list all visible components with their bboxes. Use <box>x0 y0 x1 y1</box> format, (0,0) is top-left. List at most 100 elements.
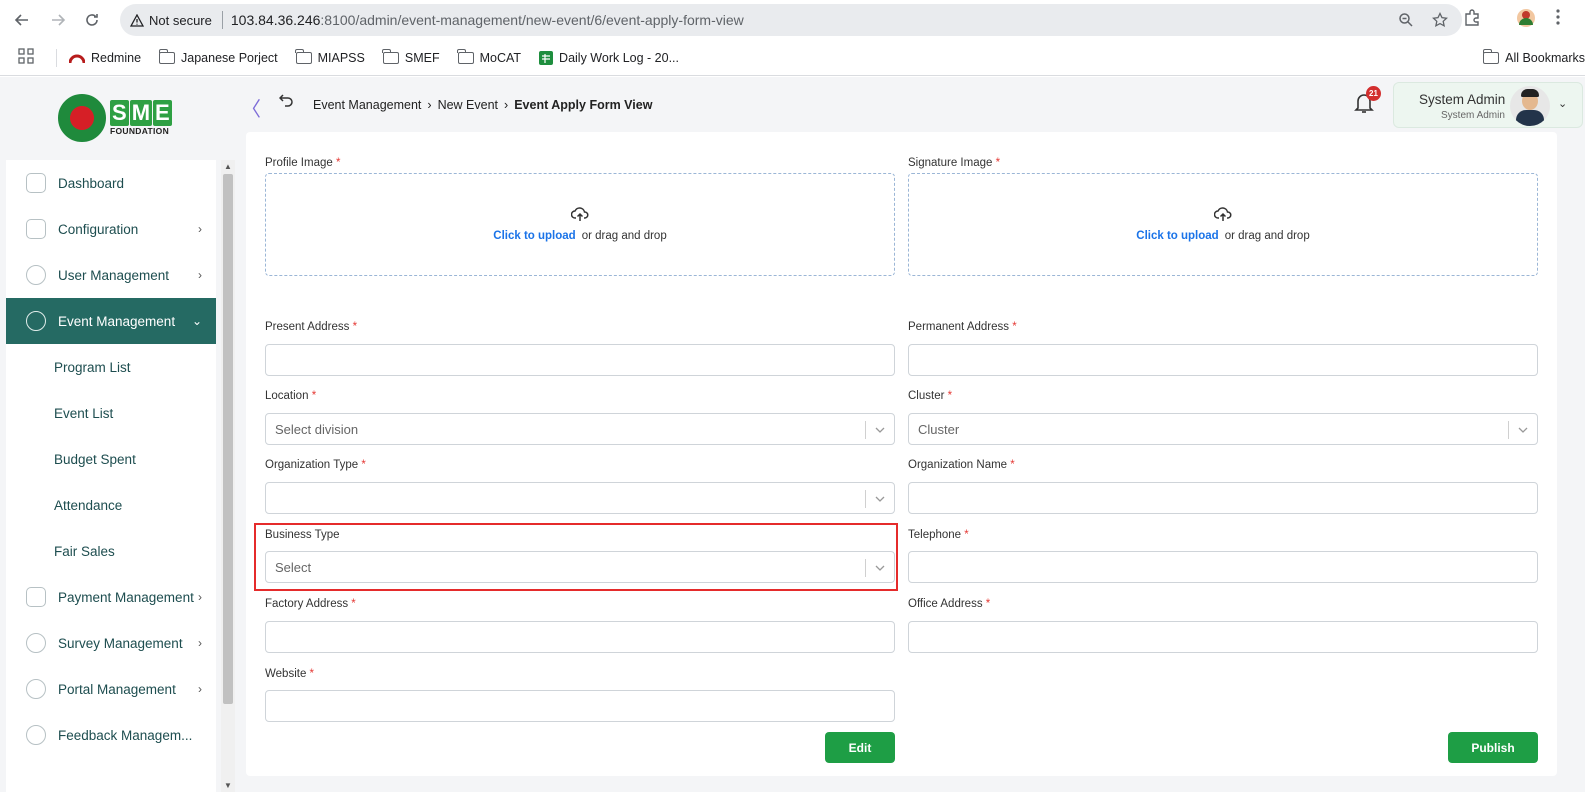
sidebar-item-payment-management[interactable]: Payment Management › <box>6 574 216 620</box>
chevron-down-icon <box>875 427 885 433</box>
location-label: Location * <box>265 390 317 402</box>
telephone-input[interactable] <box>908 551 1538 583</box>
edit-button[interactable]: Edit <box>825 732 895 763</box>
organization-type-select[interactable] <box>265 482 895 514</box>
notification-badge: 21 <box>1366 86 1381 101</box>
logo-letter: S <box>110 100 129 126</box>
chevron-down-icon: ⌄ <box>1558 98 1568 110</box>
url-text[interactable]: 103.84.36.246:8100/admin/event-managemen… <box>231 12 744 28</box>
sidebar-item-label: Portal Management <box>58 681 176 697</box>
sidebar-item-dashboard[interactable]: Dashboard <box>6 160 216 206</box>
logo-letter: M <box>129 100 153 126</box>
bookmark-redmine[interactable]: Redmine <box>69 51 141 65</box>
url-path: :8100/admin/event-management/new-event/6… <box>320 12 744 28</box>
breadcrumb-current: Event Apply Form View <box>514 98 653 112</box>
security-indicator[interactable]: Not secure <box>130 13 212 28</box>
all-bookmarks[interactable]: All Bookmarks <box>1482 48 1585 65</box>
user-menu[interactable]: System Admin System Admin ⌄ <box>1393 82 1583 128</box>
chevron-right-icon: › <box>198 222 202 236</box>
business-type-highlight <box>254 523 898 591</box>
sme-foundation-logo[interactable]: S M E FOUNDATION <box>58 94 180 142</box>
extensions-icon[interactable] <box>1463 8 1481 26</box>
telephone-label: Telephone * <box>908 529 969 541</box>
folder-icon <box>158 48 176 64</box>
bookmark-japanese-project[interactable]: Japanese Porject <box>158 48 278 65</box>
sidebar-item-label: Survey Management <box>58 635 183 651</box>
puzzle-icon <box>26 219 46 239</box>
scroll-down-icon[interactable]: ▼ <box>224 781 232 790</box>
bookmarks-bar: Redmine Japanese Porject MIAPSS SMEF MoC… <box>0 40 1585 76</box>
bookmark-miapss[interactable]: MIAPSS <box>295 48 365 65</box>
portal-icon <box>26 679 46 699</box>
sidebar-item-portal-management[interactable]: Portal Management › <box>6 666 216 712</box>
collapse-sidebar-icon[interactable]: 〈 <box>241 93 261 122</box>
sidebar-item-survey-management[interactable]: Survey Management › <box>6 620 216 666</box>
sidebar-subitem-attendance[interactable]: Attendance <box>6 482 216 528</box>
office-address-input[interactable] <box>908 621 1538 653</box>
permanent-address-input[interactable] <box>908 344 1538 376</box>
sidebar-item-feedback-management[interactable]: Feedback Managem... <box>6 712 216 758</box>
present-address-label: Present Address * <box>265 321 358 333</box>
sidebar-subitem-event-list[interactable]: Event List <box>6 390 216 436</box>
scrollbar-thumb[interactable] <box>223 174 233 704</box>
sidebar-item-configuration[interactable]: Configuration › <box>6 206 216 252</box>
permanent-address-label: Permanent Address * <box>908 321 1017 333</box>
location-select[interactable]: Select division <box>265 413 895 445</box>
folder-icon <box>457 48 474 64</box>
publish-button[interactable]: Publish <box>1448 732 1538 763</box>
breadcrumb-new-event[interactable]: New Event <box>438 98 498 112</box>
sidebar-item-user-management[interactable]: User Management › <box>6 252 216 298</box>
bookmark-daily-work-log[interactable]: Daily Work Log - 20... <box>539 50 679 65</box>
sidebar-header: S M E FOUNDATION <box>0 77 235 159</box>
forward-arrow-icon[interactable] <box>46 8 70 32</box>
profile-avatar-icon[interactable] <box>1516 8 1536 28</box>
sidebar-item-event-management[interactable]: Event Management ⌄ <box>6 298 216 344</box>
zoom-icon[interactable] <box>1398 12 1414 28</box>
website-input[interactable] <box>265 690 895 722</box>
sidebar-subitem-program-list[interactable]: Program List <box>6 344 216 390</box>
factory-address-input[interactable] <box>265 621 895 653</box>
bookmark-label: Redmine <box>91 50 142 65</box>
organization-name-input[interactable] <box>908 482 1538 514</box>
browser-menu-icon[interactable] <box>1555 8 1561 26</box>
click-to-upload-link[interactable]: Click to upload <box>493 230 575 242</box>
event-icon <box>26 311 46 331</box>
upload-hint: or drag and drop <box>581 230 667 242</box>
star-icon[interactable] <box>1432 12 1448 28</box>
user-role: System Admin <box>1441 110 1505 121</box>
bookmarks-separator <box>56 48 57 67</box>
bookmark-smef[interactable]: SMEF <box>382 48 440 65</box>
chevron-down-icon: ⌄ <box>191 314 202 328</box>
sidebar-subitem-budget-spent[interactable]: Budget Spent <box>6 436 216 482</box>
cluster-select[interactable]: Cluster <box>908 413 1538 445</box>
bangladesh-emblem-icon <box>58 94 106 142</box>
user-name: System Admin <box>1419 92 1506 107</box>
sidebar-item-label: Event Management <box>58 313 176 329</box>
breadcrumb-separator-icon: › <box>504 98 509 112</box>
sheets-icon <box>539 50 554 65</box>
breadcrumb-event-management[interactable]: Event Management <box>313 98 421 112</box>
signature-image-upload[interactable]: Click to upload or drag and drop <box>908 173 1538 276</box>
scroll-up-icon[interactable]: ▲ <box>224 162 232 171</box>
present-address-input[interactable] <box>265 344 895 376</box>
chevron-right-icon: › <box>198 682 202 696</box>
apps-grid-icon[interactable] <box>18 48 34 67</box>
feedback-icon <box>26 725 46 745</box>
back-icon[interactable] <box>278 93 293 111</box>
chevron-right-icon: › <box>198 590 202 604</box>
payment-icon <box>26 587 46 607</box>
profile-image-upload[interactable]: Click to upload or drag and drop <box>265 173 895 276</box>
cluster-label: Cluster * <box>908 390 953 402</box>
click-to-upload-link[interactable]: Click to upload <box>1136 230 1218 242</box>
sidebar-scrollbar[interactable]: ▲ ▼ <box>221 160 235 792</box>
sidebar-subitem-fair-sales[interactable]: Fair Sales <box>6 528 216 574</box>
select-divider <box>865 490 866 508</box>
url-host: 103.84.36.246 <box>230 12 321 28</box>
location-placeholder: Select division <box>275 422 359 437</box>
logo-foundation: FOUNDATION <box>110 126 170 136</box>
reload-icon[interactable] <box>80 8 104 32</box>
bookmark-mocat[interactable]: MoCAT <box>457 48 521 65</box>
back-arrow-icon[interactable] <box>10 8 34 32</box>
upload-hint: or drag and drop <box>1224 230 1310 242</box>
address-bar[interactable]: Not secure 103.84.36.246:8100/admin/even… <box>120 4 1462 36</box>
